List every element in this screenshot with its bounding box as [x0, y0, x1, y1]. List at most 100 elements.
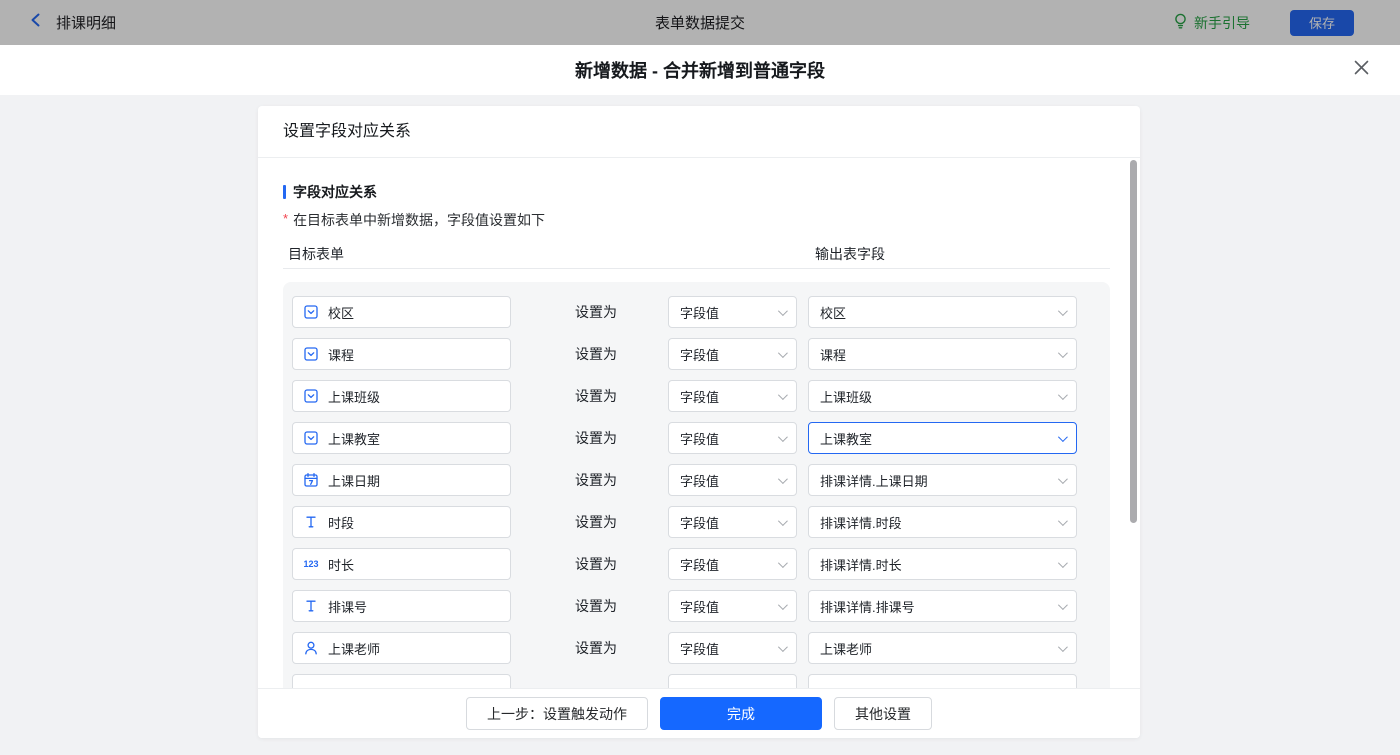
modal-body: 设置字段对应关系 字段对应关系 * 在目标表单中新增数据，字段值设置如下 目标表…: [0, 95, 1400, 755]
output-field-select[interactable]: 校区: [808, 296, 1077, 328]
field-mapping-row: 上课教室设置为字段值上课教室: [283, 422, 1110, 454]
field-mapping-row: 上课班级设置为字段值上课班级: [283, 380, 1110, 412]
target-field-box[interactable]: 上课日期: [292, 464, 511, 496]
number-field-icon: 123: [303, 556, 319, 572]
field-mapping-row: 时段设置为字段值排课详情.时段: [283, 506, 1110, 538]
target-field-label: 课程: [328, 345, 354, 364]
column-header-target-form: 目标表单: [288, 244, 344, 264]
guide-button[interactable]: 新手引导: [1173, 13, 1250, 33]
chevron-down-icon: [778, 432, 788, 442]
output-field-select[interactable]: [808, 674, 1077, 688]
close-button[interactable]: [1348, 57, 1374, 83]
modal-title: 新增数据 - 合并新增到普通字段: [575, 57, 825, 83]
target-field-box[interactable]: 上课班级: [292, 380, 511, 412]
target-field-label: 上课班级: [328, 387, 380, 406]
value-type-select[interactable]: 字段值: [668, 380, 797, 412]
field-mapping-row: 校区设置为字段值校区: [283, 296, 1110, 328]
lightbulb-icon: [1173, 13, 1188, 33]
select-field-icon: [303, 388, 319, 404]
card-scroll-area: 字段对应关系 * 在目标表单中新增数据，字段值设置如下 目标表单 输出表字段 校…: [258, 158, 1140, 688]
save-button[interactable]: 保存: [1290, 10, 1354, 36]
set-as-label: 设置为: [575, 338, 617, 370]
person-field-icon: [303, 640, 319, 656]
card-footer: 上一步：设置触发动作 完成 其他设置: [258, 688, 1140, 738]
output-field-select[interactable]: 课程: [808, 338, 1077, 370]
chevron-down-icon: [778, 390, 788, 400]
value-type-select[interactable]: 字段值: [668, 296, 797, 328]
field-mapping-row: 上课老师设置为字段值上课老师: [283, 632, 1110, 664]
output-field-select[interactable]: 上课班级: [808, 380, 1077, 412]
target-field-box[interactable]: 课程: [292, 338, 511, 370]
value-type-select[interactable]: [668, 674, 797, 688]
column-header-output-fields: 输出表字段: [815, 244, 885, 264]
value-type-select[interactable]: 字段值: [668, 590, 797, 622]
target-field-box[interactable]: 时段: [292, 506, 511, 538]
output-field-select[interactable]: 排课详情.上课日期: [808, 464, 1077, 496]
target-field-box[interactable]: 排课号: [292, 590, 511, 622]
field-mapping-row: 排课号设置为字段值排课详情.排课号: [283, 590, 1110, 622]
required-note: * 在目标表单中新增数据，字段值设置如下: [283, 210, 545, 230]
chevron-down-icon: [778, 516, 788, 526]
chevron-down-icon: [778, 600, 788, 610]
modal-header: 新增数据 - 合并新增到普通字段: [0, 45, 1400, 95]
topbar: 排课明细 表单数据提交 新手引导 保存: [0, 0, 1400, 45]
field-mapping-row: 123 时长 设置为 字段值排课详情.时长: [283, 548, 1110, 580]
chevron-down-icon: [1058, 474, 1068, 484]
target-field-label: 上课教室: [328, 429, 380, 448]
field-mapping-row-partial: [283, 674, 1110, 688]
text-field-icon: [303, 514, 319, 530]
target-field-box[interactable]: 上课教室: [292, 422, 511, 454]
required-asterisk: *: [283, 210, 288, 227]
field-mapping-row: 课程设置为字段值课程: [283, 338, 1110, 370]
value-type-select[interactable]: 字段值: [668, 506, 797, 538]
chevron-down-icon: [1058, 558, 1068, 568]
chevron-down-icon: [1058, 306, 1068, 316]
set-as-label: 设置为: [575, 548, 617, 580]
note-text: 在目标表单中新增数据，字段值设置如下: [293, 210, 545, 230]
output-field-select[interactable]: 上课教室: [808, 422, 1077, 454]
date-field-icon: [303, 472, 319, 488]
chevron-down-icon: [1058, 516, 1068, 526]
select-field-icon: [303, 346, 319, 362]
output-field-select[interactable]: 排课详情.排课号: [808, 590, 1077, 622]
output-field-select[interactable]: 上课老师: [808, 632, 1077, 664]
target-field-label: 上课老师: [328, 639, 380, 658]
target-field-box[interactable]: 123 时长: [292, 548, 511, 580]
target-field-box[interactable]: 上课老师: [292, 632, 511, 664]
chevron-down-icon: [1058, 348, 1068, 358]
value-type-select[interactable]: 字段值: [668, 548, 797, 580]
target-field-label: 校区: [328, 303, 354, 322]
target-field-box[interactable]: [292, 674, 511, 688]
card-header-title: 设置字段对应关系: [258, 106, 1140, 158]
output-field-select[interactable]: 排课详情.时长: [808, 548, 1077, 580]
chevron-down-icon: [778, 348, 788, 358]
target-field-label: 排课号: [328, 597, 367, 616]
chevron-down-icon: [1058, 600, 1068, 610]
output-field-select[interactable]: 排课详情.时段: [808, 506, 1077, 538]
chevron-down-icon: [1058, 642, 1068, 652]
chevron-down-icon: [778, 558, 788, 568]
chevron-down-icon: [1058, 390, 1068, 400]
section-accent-bar: [283, 185, 286, 199]
previous-step-button[interactable]: 上一步：设置触发动作: [466, 697, 648, 730]
target-field-label: 时长: [328, 555, 354, 574]
set-as-label: 设置为: [575, 464, 617, 496]
set-as-label: 设置为: [575, 380, 617, 412]
other-settings-button[interactable]: 其他设置: [834, 697, 932, 730]
done-button[interactable]: 完成: [660, 697, 822, 730]
target-field-label: 时段: [328, 513, 354, 532]
value-type-select[interactable]: 字段值: [668, 632, 797, 664]
chevron-down-icon: [778, 306, 788, 316]
chevron-down-icon: [1058, 432, 1068, 442]
section-title: 字段对应关系: [293, 182, 377, 202]
set-as-label: 设置为: [575, 422, 617, 454]
value-type-select[interactable]: 字段值: [668, 464, 797, 496]
value-type-select[interactable]: 字段值: [668, 338, 797, 370]
chevron-down-icon: [778, 474, 788, 484]
chevron-down-icon: [778, 642, 788, 652]
field-mapping-card: 设置字段对应关系 字段对应关系 * 在目标表单中新增数据，字段值设置如下 目标表…: [258, 106, 1140, 738]
header-divider: [283, 268, 1110, 269]
target-field-box[interactable]: 校区: [292, 296, 511, 328]
value-type-select[interactable]: 字段值: [668, 422, 797, 454]
scrollbar-thumb[interactable]: [1130, 160, 1137, 523]
